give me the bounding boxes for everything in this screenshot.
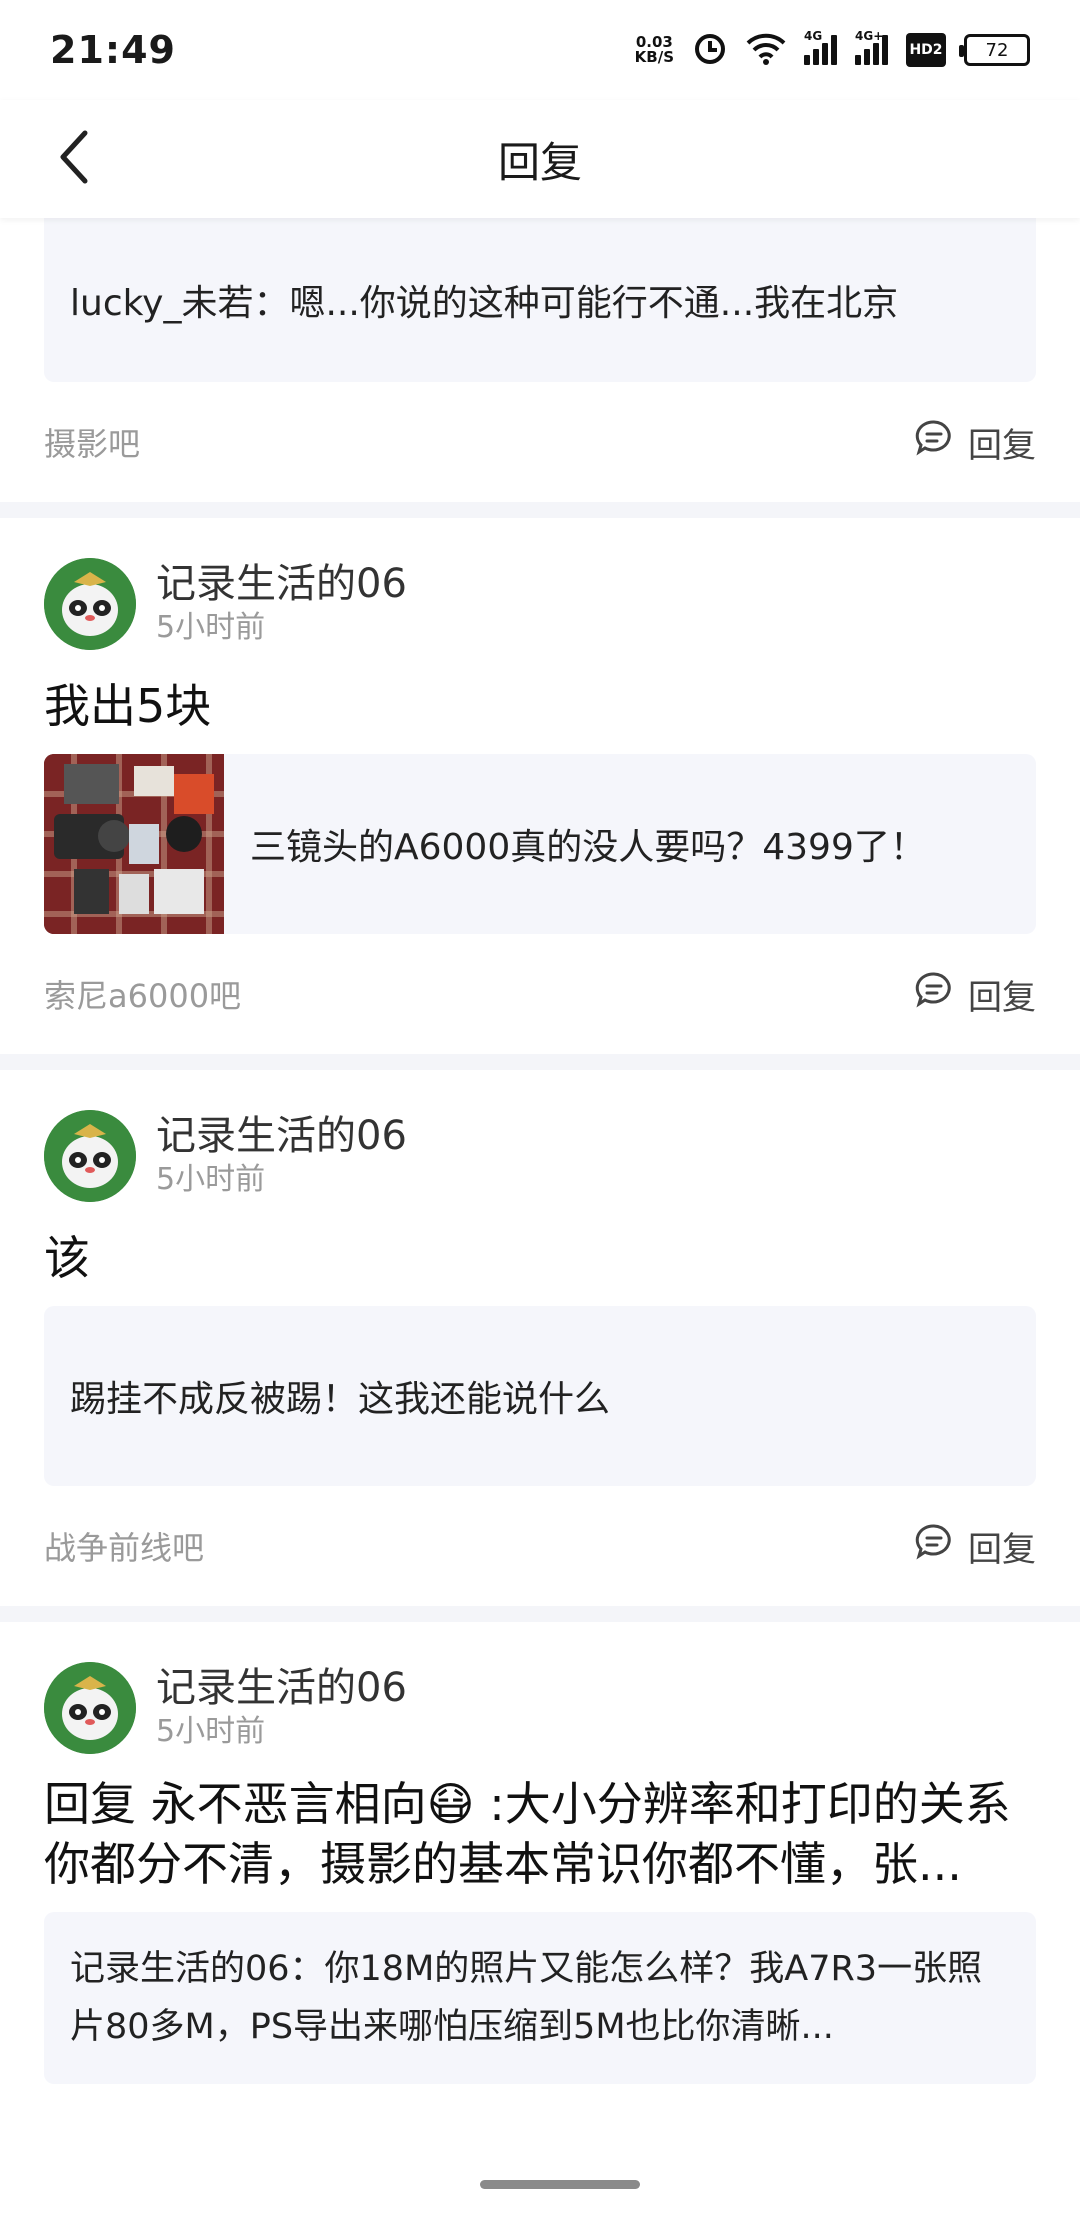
back-button[interactable]	[44, 120, 104, 198]
forum-name[interactable]: 索尼a6000吧	[44, 971, 241, 1017]
top-app-bar: 回复	[0, 100, 1080, 218]
comment-icon	[914, 418, 954, 467]
divider	[0, 502, 1080, 518]
avatar[interactable]	[44, 1110, 136, 1202]
forum-name[interactable]: 战争前线吧	[44, 1523, 204, 1569]
battery-icon: 72	[959, 34, 1030, 66]
reply-text[interactable]: 我出5块	[44, 650, 1036, 754]
forum-name[interactable]: 摄影吧	[44, 419, 140, 465]
card-footer: 索尼a6000吧 回复	[44, 934, 1036, 1054]
card-footer: 战争前线吧 回复	[44, 1486, 1036, 1606]
status-time: 21:49	[50, 28, 176, 72]
divider	[0, 1054, 1080, 1070]
comment-icon	[914, 970, 954, 1019]
reply-text[interactable]: 回复 永不恶言相向😷 :大小分辨率和打印的关系你都分不清，摄影的基本常识你都不懂…	[44, 1754, 1036, 1912]
reply-label: 回复	[968, 1529, 1036, 1570]
user-row: 记录生活的06 5小时前	[44, 1622, 1036, 1754]
quoted-text: lucky_未若：嗯...你说的这种可能行不通...我在北京	[70, 283, 899, 324]
reply-button[interactable]: 回复	[914, 970, 1036, 1019]
reply-card: 记录生活的06 5小时前 该 踢挂不成反被踢！这我还能说什么 战争前线吧 回复	[0, 1070, 1080, 1606]
card-footer: 摄影吧 回复	[44, 382, 1036, 502]
username[interactable]: 记录生活的06	[156, 1664, 407, 1712]
quoted-text: 记录生活的06：你18M的照片又能怎么样？我A7R3一张照片80多M，PS导出来…	[70, 1949, 983, 2047]
quoted-post[interactable]: 踢挂不成反被踢！这我还能说什么	[44, 1306, 1036, 1486]
avatar[interactable]	[44, 1662, 136, 1754]
reply-button[interactable]: 回复	[914, 1522, 1036, 1571]
reply-feed: lucky_未若：嗯...你说的这种可能行不通...我在北京 摄影吧 回复 记录…	[0, 218, 1080, 2084]
user-row: 记录生活的06 5小时前	[44, 518, 1036, 650]
divider	[0, 1606, 1080, 1622]
post-thumbnail	[44, 754, 224, 934]
battery-level: 72	[985, 39, 1009, 61]
user-row: 记录生活的06 5小时前	[44, 1070, 1036, 1202]
page-title: 回复	[497, 137, 582, 187]
reply-card: 记录生活的06 5小时前 我出5块 三镜头的A6000真的没人要吗？4399了！…	[0, 518, 1080, 1054]
username[interactable]: 记录生活的06	[156, 560, 407, 608]
username[interactable]: 记录生活的06	[156, 1112, 407, 1160]
reply-card: lucky_未若：嗯...你说的这种可能行不通...我在北京 摄影吧 回复	[0, 218, 1080, 502]
reply-label: 回复	[968, 425, 1036, 466]
gesture-bar[interactable]	[480, 2180, 640, 2189]
post-time: 5小时前	[156, 610, 266, 645]
wifi-icon	[746, 31, 786, 69]
post-time: 5小时前	[156, 1162, 266, 1197]
chevron-left-icon	[57, 129, 91, 189]
net-speed: 0.03 KB/S	[634, 33, 674, 66]
status-icons: 0.03 KB/S 4G 4G+ HD2 72	[634, 29, 1030, 70]
post-time: 5小时前	[156, 1714, 266, 1749]
reply-text[interactable]: 该	[44, 1202, 1036, 1306]
user-info: 记录生活的06 5小时前	[156, 560, 407, 648]
signal-icon-2: 4G+	[855, 29, 888, 65]
avatar[interactable]	[44, 558, 136, 650]
user-info: 记录生活的06 5小时前	[156, 1664, 407, 1752]
signal-icon-1: 4G	[804, 29, 837, 65]
quoted-text: 踢挂不成反被踢！这我还能说什么	[70, 1379, 611, 1420]
alarm-icon	[692, 30, 728, 70]
hd-icon: HD2	[906, 33, 946, 67]
reply-button[interactable]: 回复	[914, 418, 1036, 467]
status-bar: 21:49 0.03 KB/S 4G 4G+ HD2 72	[0, 0, 1080, 100]
user-info: 记录生活的06 5小时前	[156, 1112, 407, 1200]
quoted-post[interactable]: lucky_未若：嗯...你说的这种可能行不通...我在北京	[44, 218, 1036, 382]
reply-label: 回复	[968, 977, 1036, 1018]
quoted-post[interactable]: 三镜头的A6000真的没人要吗？4399了！	[44, 754, 1036, 934]
quoted-text: 三镜头的A6000真的没人要吗？4399了！	[250, 827, 926, 868]
reply-card: 记录生活的06 5小时前 回复 永不恶言相向😷 :大小分辨率和打印的关系你都分不…	[0, 1622, 1080, 2084]
quoted-post[interactable]: 记录生活的06：你18M的照片又能怎么样？我A7R3一张照片80多M，PS导出来…	[44, 1912, 1036, 2084]
comment-icon	[914, 1522, 954, 1571]
